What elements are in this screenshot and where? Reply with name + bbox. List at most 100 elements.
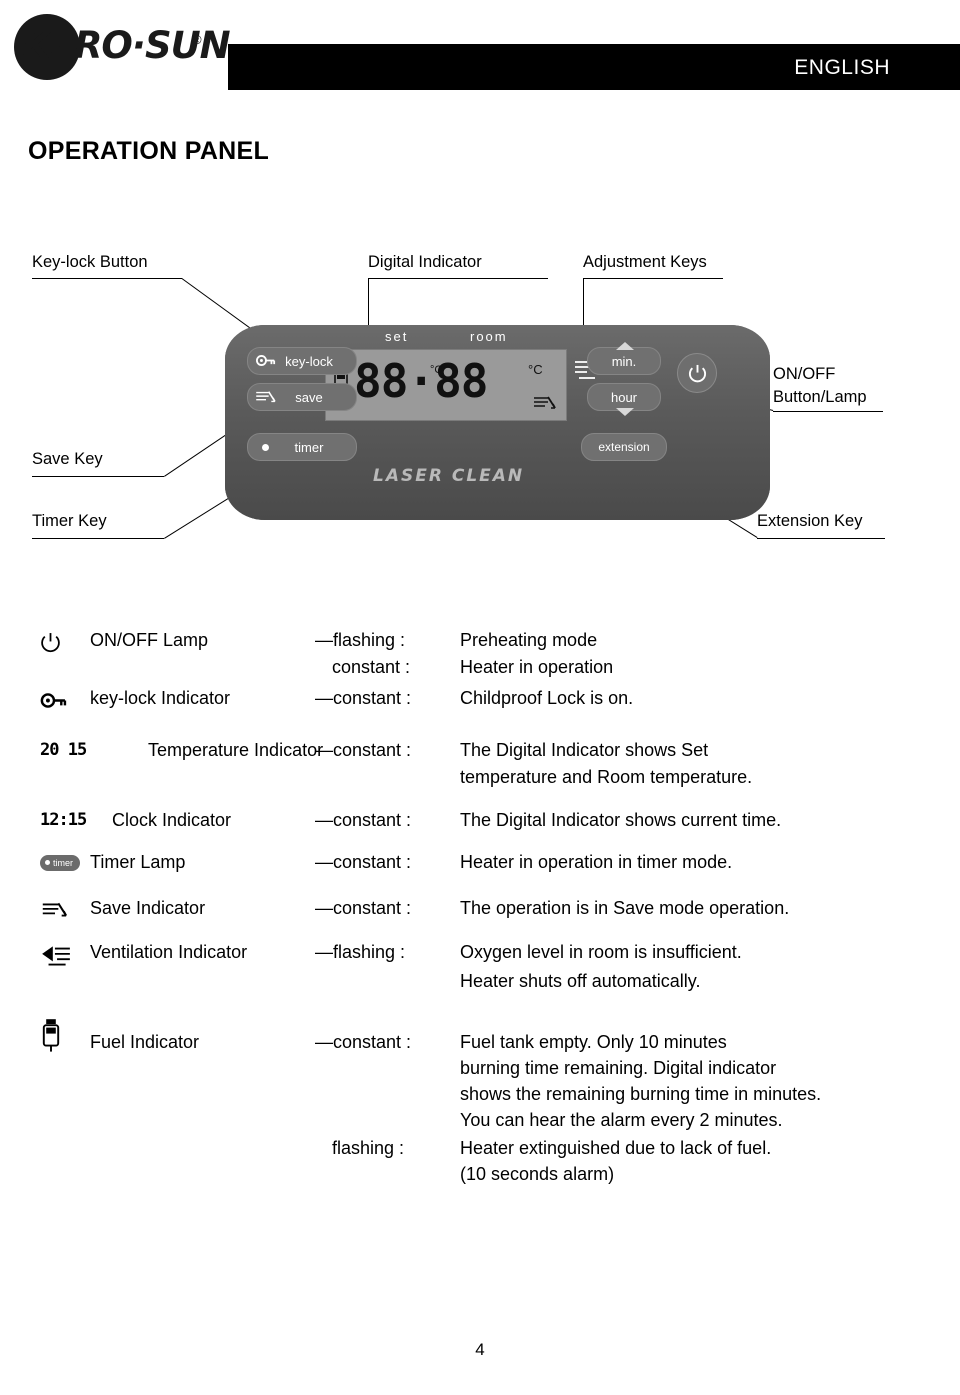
callout-rule-timer-key <box>32 538 164 539</box>
legend-desc-save: The operation is in Save mode operation. <box>460 898 790 918</box>
registered-trademark-icon: ® <box>192 32 202 47</box>
page-title: OPERATION PANEL <box>28 137 270 165</box>
legend-name-fuel: Fuel Indicator <box>90 1032 200 1052</box>
legend-desc-fuel-4: You can hear the alarm every 2 minutes. <box>460 1110 783 1130</box>
clock-digits-icon: 12:15 <box>40 810 87 830</box>
legend-row-on-off-lamp: ON/OFF Lamp —flashing : constant : Prehe… <box>40 630 930 686</box>
legend-row-timer-lamp: timer Timer Lamp —constant : Heater in o… <box>40 850 930 898</box>
save-button[interactable]: save <box>247 383 357 411</box>
legend-desc-fuel-6: (10 seconds alarm) <box>460 1164 615 1184</box>
legend-state-constant: constant : <box>332 657 411 677</box>
legend-desc-timer-lamp: Heater in operation in timer mode. <box>460 852 733 872</box>
language-bar: ENGLISH <box>228 44 960 90</box>
save-button-label: save <box>295 389 323 405</box>
lcd-room-label: room <box>470 329 508 344</box>
save-button-icon <box>254 389 278 405</box>
legend-desc-fuel-1: Fuel tank empty. Only 10 minutes <box>460 1032 727 1052</box>
callout-on-off-button-lamp-line2: Button/Lamp <box>773 388 867 406</box>
fuel-icon <box>40 1018 88 1054</box>
callout-rule-adjustment-keys <box>583 278 723 279</box>
legend-name-clock: Clock Indicator <box>112 810 232 830</box>
legend-row-temperature: 20 15 Temperature Indicator —constant : … <box>40 738 930 810</box>
indicator-legend: ON/OFF Lamp —flashing : constant : Prehe… <box>40 630 930 1196</box>
legend-desc-clock: The Digital Indicator shows current time… <box>460 810 782 830</box>
extension-button[interactable]: extension <box>581 433 667 461</box>
callout-rule-extension-key <box>757 538 885 539</box>
legend-state-key-lock: —constant : <box>315 688 412 708</box>
legend-desc-on-off-lamp-2: Heater in operation <box>460 657 614 677</box>
legend-name-save: Save Indicator <box>90 898 206 918</box>
legend-row-ventilation: Ventilation Indicator —flashing : Oxygen… <box>40 942 930 1016</box>
legend-desc-temperature-2: temperature and Room temperature. <box>460 767 753 787</box>
min-adjustment-button[interactable]: min. <box>587 342 661 375</box>
lcd-set-label: set <box>385 329 409 344</box>
legend-row-fuel: Fuel Indicator —constant : flashing : Fu… <box>40 1016 930 1196</box>
legend-desc-key-lock: Childproof Lock is on. <box>460 688 634 708</box>
lcd-digits: 88·88 <box>354 354 488 408</box>
legend-state-fuel-flashing: flashing : <box>332 1138 405 1158</box>
page-number: 4 <box>475 1340 485 1359</box>
legend-state-flashing: —flashing : <box>315 630 406 650</box>
legend-state-clock: —constant : <box>315 810 412 830</box>
temperature-digits-icon: 20 15 <box>40 740 87 760</box>
power-icon <box>688 364 707 383</box>
operation-panel-graphic: set room 88·88 °C °C key-lock save timer… <box>225 325 770 520</box>
callout-extension-key: Extension Key <box>757 512 863 530</box>
hour-button-label: hour <box>610 389 638 405</box>
legend-row-clock: 12:15 Clock Indicator —constant : The Di… <box>40 810 930 850</box>
legend-row-save: Save Indicator —constant : The operation… <box>40 898 930 942</box>
key-lock-button-label: key-lock <box>285 353 333 369</box>
legend-name-ventilation: Ventilation Indicator <box>90 942 248 962</box>
callout-timer-key: Timer Key <box>32 512 107 530</box>
timer-lamp-icon: timer <box>40 850 80 871</box>
legend-state-save: —constant : <box>315 898 412 918</box>
key-lock-button-icon <box>256 354 276 367</box>
callout-rule-on-off <box>773 411 883 412</box>
callout-rule-key-lock <box>32 278 182 279</box>
on-off-button[interactable] <box>677 353 717 393</box>
brand-logo: KERO·SUN ® <box>14 14 231 80</box>
callout-on-off-button-lamp-line1: ON/OFF <box>773 365 836 383</box>
save-icon <box>532 394 558 412</box>
callout-adjustment-keys: Adjustment Keys <box>583 253 707 271</box>
legend-name-timer-lamp: Timer Lamp <box>90 852 186 872</box>
callout-rule-digital-indicator <box>368 278 548 279</box>
legend-name-on-off-lamp: ON/OFF Lamp <box>90 630 209 650</box>
language-label: ENGLISH <box>794 56 890 79</box>
save-icon <box>40 900 88 920</box>
callout-key-lock-button: Key-lock Button <box>32 253 148 271</box>
callout-rule-save-key <box>32 476 164 477</box>
legend-state-timer-lamp: —constant : <box>315 852 412 872</box>
callout-save-key: Save Key <box>32 450 103 468</box>
brand-mark-laser-clean: LASER CLEAN <box>373 466 525 486</box>
timer-button-label: timer <box>294 439 324 455</box>
legend-state-fuel-constant: —constant : <box>315 1032 412 1052</box>
lcd-degree-room: °C <box>528 362 543 377</box>
timer-lamp-icon <box>262 444 269 451</box>
ventilation-icon <box>40 944 88 968</box>
legend-desc-fuel-5: Heater extinguished due to lack of fuel. <box>460 1138 772 1158</box>
min-button-label: min. <box>611 353 637 369</box>
legend-desc-fuel-2: burning time remaining. Digital indicato… <box>460 1058 777 1078</box>
timer-button[interactable]: timer <box>247 433 357 461</box>
legend-desc-ventilation-1: Oxygen level in room is insufficient. <box>460 942 742 962</box>
hour-adjustment-button[interactable]: hour <box>587 383 661 416</box>
legend-state-temperature: —constant : <box>315 740 412 760</box>
lcd-degree-set: °C <box>430 364 443 376</box>
extension-button-label: extension <box>598 440 650 454</box>
arrow-down-icon <box>616 408 634 416</box>
legend-row-key-lock: key-lock Indicator —constant : Childproo… <box>40 686 930 738</box>
legend-state-ventilation: —flashing : <box>315 942 406 962</box>
legend-desc-ventilation-2: Heater shuts off automatically. <box>460 971 701 991</box>
legend-desc-on-off-lamp-1: Preheating mode <box>460 630 598 650</box>
power-icon <box>40 632 88 653</box>
arrow-up-icon <box>616 342 634 350</box>
legend-desc-temperature-1: The Digital Indicator shows Set <box>460 740 709 760</box>
key-lock-button[interactable]: key-lock <box>247 347 357 375</box>
key-lock-icon <box>40 692 88 709</box>
legend-name-key-lock: key-lock Indicator <box>90 688 231 708</box>
digital-indicator-lcd: 88·88 °C °C <box>325 349 567 421</box>
callout-digital-indicator: Digital Indicator <box>368 253 482 271</box>
legend-name-temperature: Temperature Indicator <box>148 740 324 760</box>
page-header: KERO·SUN ® ENGLISH <box>0 0 960 96</box>
